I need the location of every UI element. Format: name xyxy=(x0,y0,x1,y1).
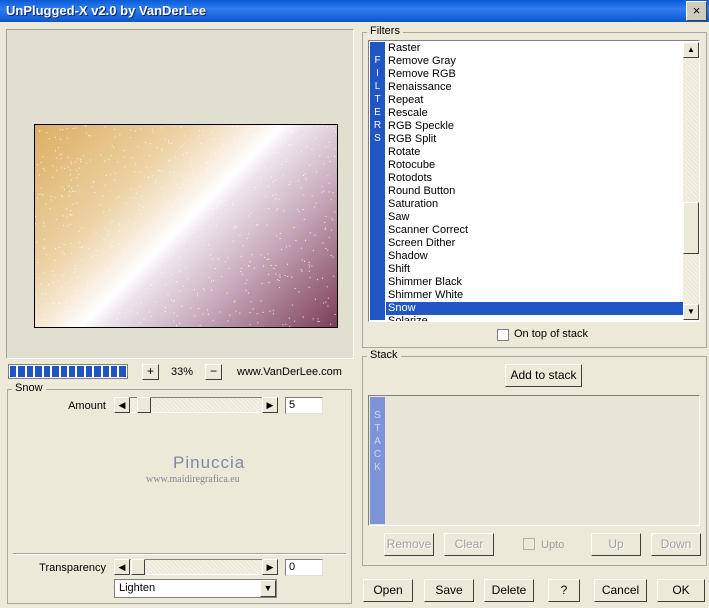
up-button[interactable]: Up xyxy=(591,533,641,556)
blend-mode-select[interactable]: Lighten ▼ xyxy=(114,579,277,598)
progress-segment xyxy=(94,366,101,377)
amount-label: Amount xyxy=(68,400,106,412)
save-button[interactable]: Save xyxy=(424,579,474,602)
arrow-down-icon[interactable]: ▼ xyxy=(683,304,699,320)
add-to-stack-button[interactable]: Add to stack xyxy=(505,364,582,387)
watermark-url: www.maidiregrafica.eu xyxy=(146,474,240,485)
filters-side-label: FILTERS xyxy=(370,42,385,320)
progress-segment xyxy=(60,366,67,377)
filter-item[interactable]: Rotodots xyxy=(386,172,683,185)
progress-segment xyxy=(35,366,42,377)
filter-item[interactable]: Rotocube xyxy=(386,159,683,172)
filter-item[interactable]: Saw xyxy=(386,211,683,224)
snow-noise xyxy=(35,125,337,327)
zoom-in-button[interactable]: + xyxy=(142,364,159,380)
scrollbar-thumb[interactable] xyxy=(683,202,699,254)
filter-item[interactable]: Screen Dither xyxy=(386,237,683,250)
progress-segment xyxy=(119,366,126,377)
amount-input[interactable]: 5 xyxy=(285,397,323,414)
on-top-of-stack-checkbox[interactable] xyxy=(497,329,509,341)
filter-item[interactable]: Renaissance xyxy=(386,81,683,94)
preview-image[interactable] xyxy=(34,124,338,328)
window-title: UnPlugged-X v2.0 by VanDerLee xyxy=(6,3,207,18)
filter-item[interactable]: Scanner Correct xyxy=(386,224,683,237)
filter-item[interactable]: Shadow xyxy=(386,250,683,263)
filter-item[interactable]: Saturation xyxy=(386,198,683,211)
open-button[interactable]: Open xyxy=(363,579,413,602)
watermark-title: Pinuccia xyxy=(173,453,246,472)
arrow-right-icon[interactable]: ▶ xyxy=(262,397,278,413)
ok-button[interactable]: OK xyxy=(657,579,705,602)
snow-group-label: Snow xyxy=(12,382,46,394)
help-button[interactable]: ? xyxy=(548,579,580,602)
filter-item[interactable]: RGB Split xyxy=(386,133,683,146)
close-icon: × xyxy=(692,3,701,18)
clear-button[interactable]: Clear xyxy=(444,533,494,556)
arrow-right-icon[interactable]: ▶ xyxy=(262,559,278,575)
cancel-button[interactable]: Cancel xyxy=(594,579,647,602)
stack-list[interactable] xyxy=(368,395,700,526)
filter-item[interactable]: Shimmer Black xyxy=(386,276,683,289)
upto-label: Upto xyxy=(541,539,565,551)
filter-item[interactable]: Shimmer White xyxy=(386,289,683,302)
close-button[interactable]: × xyxy=(686,1,707,21)
progress-segment xyxy=(111,366,118,377)
filter-item[interactable]: Remove Gray xyxy=(386,55,683,68)
upto-checkbox[interactable] xyxy=(523,538,535,550)
stack-side-label: STACK xyxy=(370,397,385,524)
filter-item[interactable]: Solarize xyxy=(386,315,683,321)
progress-segment xyxy=(102,366,110,377)
filter-item[interactable]: Rescale xyxy=(386,107,683,120)
filter-item[interactable]: Shift xyxy=(386,263,683,276)
filters-group-label: Filters xyxy=(367,25,403,37)
arrow-up-icon[interactable]: ▲ xyxy=(683,42,699,58)
remove-button[interactable]: Remove xyxy=(384,533,434,556)
arrow-left-icon[interactable]: ◀ xyxy=(114,559,130,575)
website-link[interactable]: www.VanDerLee.com xyxy=(237,366,342,378)
down-button[interactable]: Down xyxy=(651,533,701,556)
transparency-label: Transparency xyxy=(39,562,106,574)
filter-item[interactable]: Round Button xyxy=(386,185,683,198)
progress-segment xyxy=(26,366,34,377)
title-bar: UnPlugged-X v2.0 by VanDerLee × xyxy=(0,0,709,22)
chevron-down-icon[interactable]: ▼ xyxy=(260,580,276,597)
blend-mode-value: Lighten xyxy=(119,582,156,594)
filters-scrollbar[interactable] xyxy=(683,42,699,320)
progress-segment xyxy=(85,366,93,377)
preview-panel xyxy=(6,29,354,359)
filter-item[interactable]: Snow xyxy=(386,302,683,315)
zoom-out-button[interactable]: − xyxy=(205,364,222,380)
zoom-level: 33% xyxy=(170,366,194,378)
amount-slider-thumb[interactable] xyxy=(137,397,151,413)
filter-item[interactable]: Repeat xyxy=(386,94,683,107)
filter-item[interactable]: Rotate xyxy=(386,146,683,159)
filter-item[interactable]: Raster xyxy=(386,42,683,55)
transparency-input[interactable]: 0 xyxy=(285,559,323,576)
on-top-of-stack-label: On top of stack xyxy=(514,328,588,340)
progress-segment xyxy=(10,366,17,377)
progress-segment xyxy=(52,366,59,377)
stack-group-label: Stack xyxy=(367,349,401,361)
transparency-slider-thumb[interactable] xyxy=(131,559,145,575)
divider xyxy=(13,553,346,555)
progress-bar xyxy=(8,364,128,379)
progress-segment xyxy=(43,366,51,377)
arrow-left-icon[interactable]: ◀ xyxy=(114,397,130,413)
filter-item[interactable]: Remove RGB xyxy=(386,68,683,81)
delete-button[interactable]: Delete xyxy=(484,579,534,602)
progress-segment xyxy=(77,366,84,377)
progress-segment xyxy=(68,366,76,377)
progress-segment xyxy=(18,366,25,377)
filter-item[interactable]: RGB Speckle xyxy=(386,120,683,133)
